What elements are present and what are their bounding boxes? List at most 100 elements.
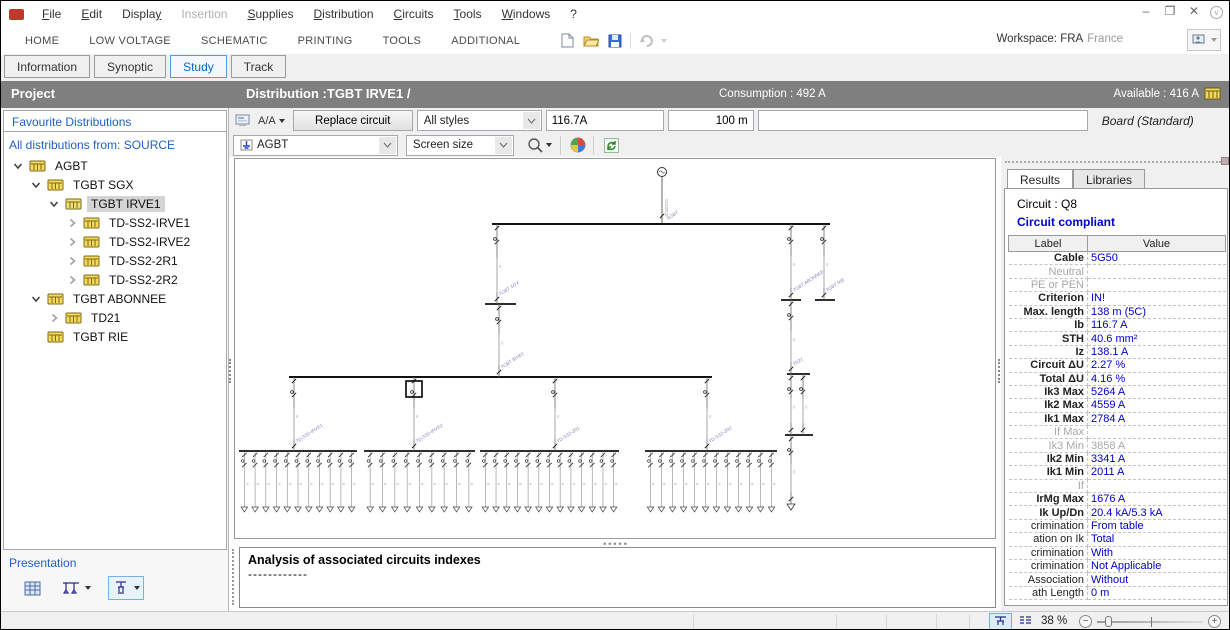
tab-information[interactable]: Information — [4, 55, 90, 78]
tab-track[interactable]: Track — [231, 55, 287, 78]
result-row[interactable]: Ik1 Max2784 A — [1009, 412, 1226, 425]
tab-study[interactable]: Study — [170, 55, 227, 78]
chevron-right-icon[interactable] — [48, 312, 60, 324]
result-row[interactable]: Max. length138 m (5C) — [1009, 305, 1226, 318]
left-splitter-handle[interactable] — [229, 359, 233, 383]
result-row[interactable]: Circuit ΔU2.27 % — [1009, 359, 1226, 372]
menu-display[interactable]: Display — [113, 4, 170, 24]
refresh-icon[interactable] — [602, 136, 620, 154]
menu-tools[interactable]: Tools — [445, 4, 491, 24]
result-row[interactable]: If Max — [1009, 426, 1226, 439]
tree-item-td21[interactable]: TD21 — [4, 308, 226, 327]
menu-supplies[interactable]: Supplies — [238, 4, 302, 24]
zoom-slider-thumb[interactable] — [1105, 616, 1112, 627]
tree-item-td-ss2-irve2[interactable]: TD-SS2-IRVE2 — [4, 232, 226, 251]
styles-select[interactable]: All styles — [417, 110, 542, 131]
presentation-layout-button[interactable] — [58, 577, 94, 599]
ribbon-tab-additional[interactable]: ADDITIONAL — [439, 31, 532, 51]
styles-palette-icon[interactable] — [569, 136, 587, 154]
available-board-icon[interactable] — [1204, 86, 1221, 103]
zoom-in-button[interactable]: + — [1208, 615, 1221, 628]
new-document-icon[interactable] — [558, 32, 576, 50]
result-row[interactable]: criminationFrom table — [1009, 519, 1226, 532]
tree-item-td-ss2-2r1[interactable]: TD-SS2-2R1 — [4, 251, 226, 270]
status-schematic-view-icon[interactable] — [989, 613, 1012, 630]
zoom-slider-track[interactable] — [1097, 621, 1203, 623]
result-row[interactable]: Total ΔU4.16 % — [1009, 372, 1226, 385]
ribbon-tab-home[interactable]: HOME — [13, 31, 71, 51]
tree-item-td-ss2-2r2[interactable]: TD-SS2-2R2 — [4, 270, 226, 289]
ribbon-tab-tools[interactable]: TOOLS — [371, 31, 434, 51]
menu-insertion[interactable]: Insertion — [172, 4, 236, 24]
menu-file[interactable]: File — [33, 4, 70, 24]
font-size-button[interactable]: A/A — [258, 115, 285, 127]
menu-?[interactable]: ? — [561, 4, 586, 24]
result-row[interactable]: IrMg Max1676 A — [1009, 493, 1226, 506]
analysis-splitter-handle[interactable] — [232, 549, 237, 605]
tree-item-tgbt-sgx[interactable]: TGBT SGX — [4, 175, 226, 194]
tree-item-tgbt-rie[interactable]: TGBT RIE — [4, 327, 226, 346]
chevron-right-icon[interactable] — [66, 274, 78, 286]
result-row[interactable]: Ik Up/Dn20.4 kA/5.3 kA — [1009, 506, 1226, 519]
close-button[interactable]: ✕ — [1186, 4, 1202, 20]
result-row[interactable]: Ik1 Min2011 A — [1009, 466, 1226, 479]
save-icon[interactable] — [606, 32, 624, 50]
menu-circuits[interactable]: Circuits — [385, 4, 443, 24]
result-row[interactable]: Cable5G50 — [1009, 252, 1226, 265]
restore-button[interactable]: ❐ — [1162, 4, 1178, 20]
schematic-settings-icon[interactable] — [234, 112, 252, 130]
schematic-canvas[interactable]: SOURCEAGBT8TGBT SGX8TGBT ABONNEE8TGBT RI… — [234, 158, 996, 539]
chevron-down-icon[interactable] — [12, 160, 24, 172]
result-row[interactable]: Ik2 Max4559 A — [1009, 399, 1226, 412]
menu-distribution[interactable]: Distribution — [305, 4, 383, 24]
result-row[interactable]: Ik3 Min3858 A — [1009, 439, 1226, 452]
board-select[interactable]: AGBT — [233, 135, 398, 156]
designation-field[interactable] — [758, 110, 1088, 131]
status-list-view-icon[interactable] — [1014, 613, 1037, 630]
result-row[interactable]: CriterionIN! — [1009, 292, 1226, 305]
zoom-mode-select[interactable]: Screen size — [406, 135, 514, 156]
result-row[interactable]: Iz138.1 A — [1009, 345, 1226, 358]
current-field[interactable] — [546, 110, 664, 131]
result-row[interactable]: Ib116.7 A — [1009, 318, 1226, 331]
result-row[interactable]: Neutral — [1009, 265, 1226, 278]
tab-synoptic[interactable]: Synoptic — [94, 55, 166, 78]
user-workspace-button[interactable] — [1187, 29, 1221, 51]
result-row[interactable]: ath Length0 m — [1009, 586, 1226, 599]
result-row[interactable]: STH40.6 mm² — [1009, 332, 1226, 345]
menu-edit[interactable]: Edit — [72, 4, 111, 24]
window-menu-icon[interactable]: v — [1210, 6, 1223, 19]
tree-item-tgbt-abonnee[interactable]: TGBT ABONNEE — [4, 289, 226, 308]
tree-root-label[interactable]: All distributions from: SOURCE — [4, 132, 226, 156]
chevron-down-icon[interactable] — [48, 198, 60, 210]
zoom-out-button[interactable]: − — [1079, 615, 1092, 628]
result-row[interactable]: AssociationWithout — [1009, 573, 1226, 586]
presentation-schematic-button[interactable] — [108, 576, 144, 600]
minimize-button[interactable]: – — [1138, 4, 1154, 20]
length-field[interactable] — [668, 110, 754, 131]
chevron-down-icon[interactable] — [30, 179, 42, 191]
chevron-right-icon[interactable] — [66, 236, 78, 248]
tree-item-td-ss2-irve1[interactable]: TD-SS2-IRVE1 — [4, 213, 226, 232]
panel-pin-icon[interactable] — [1221, 157, 1229, 165]
presentation-table-button[interactable] — [21, 578, 44, 599]
chevron-right-icon[interactable] — [66, 255, 78, 267]
open-folder-icon[interactable] — [582, 32, 600, 50]
result-row[interactable]: Ik2 Min3341 A — [1009, 452, 1226, 465]
result-row[interactable]: If — [1009, 479, 1226, 492]
chevron-down-icon[interactable] — [30, 293, 42, 305]
result-row[interactable]: Ik3 Max5264 A — [1009, 385, 1226, 398]
result-row[interactable]: criminationNot Applicable — [1009, 559, 1226, 572]
ribbon-tab-printing[interactable]: PRINTING — [286, 31, 365, 51]
panel-top-splitter[interactable] — [1005, 161, 1221, 163]
magnifier-icon[interactable] — [526, 136, 544, 154]
result-row[interactable]: ation on IkTotal — [1009, 533, 1226, 546]
chevron-right-icon[interactable] — [66, 217, 78, 229]
tree-item-agbt[interactable]: AGBT — [4, 156, 226, 175]
tree-item-tgbt-irve1[interactable]: TGBT IRVE1 — [4, 194, 226, 213]
zoom-slider[interactable]: − + — [1079, 614, 1221, 630]
menu-windows[interactable]: Windows — [493, 4, 560, 24]
result-row[interactable]: criminationWith — [1009, 546, 1226, 559]
replace-circuit-button[interactable]: Replace circuit — [293, 110, 413, 131]
ribbon-tab-low-voltage[interactable]: LOW VOLTAGE — [77, 31, 183, 51]
